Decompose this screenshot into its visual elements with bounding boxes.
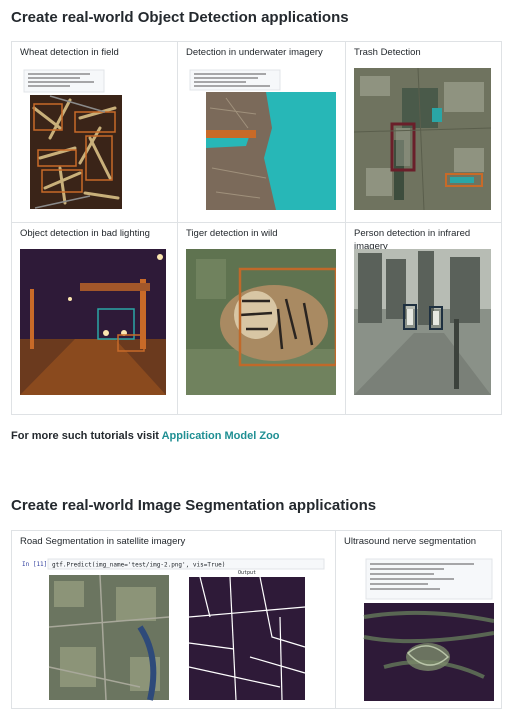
grid-cell-underwater: Detection in underwater imagery — [177, 41, 346, 223]
infrared-image — [354, 249, 491, 395]
cell-label: Wheat detection in field — [20, 47, 119, 58]
night-street-image — [20, 249, 166, 395]
road-satellite-image: In [11]: gtf.Predict(img_name='test/img-… — [20, 557, 326, 703]
grid-cell-wheat: Wheat detection in field — [11, 41, 178, 223]
grid-cell-ultrasound: Ultrasound nerve segmentation — [335, 530, 502, 709]
aerial-trash-image — [354, 68, 491, 210]
image-segmentation-grid: Road Segmentation in satellite imagery I… — [11, 530, 502, 709]
grid-cell-tiger: Tiger detection in wild — [177, 222, 346, 415]
wheat-field-image — [20, 68, 132, 210]
cell-label: Road Segmentation in satellite imagery — [20, 536, 186, 547]
grid-cell-road: Road Segmentation in satellite imagery I… — [11, 530, 336, 709]
tiger-image — [186, 249, 336, 395]
grid-cell-night: Object detection in bad lighting — [11, 222, 178, 415]
code-cell: gtf.Predict(img_name='test/img-2.png', v… — [52, 562, 225, 569]
underwater-image — [186, 68, 336, 210]
code-prompt: In [11]: — [22, 561, 51, 568]
image-segmentation-title: Create real-world Image Segmentation app… — [11, 497, 377, 514]
cell-label: Tiger detection in wild — [186, 228, 278, 239]
grid-cell-trash: Trash Detection — [345, 41, 502, 223]
grid-cell-infrared: Person detection in infrared imagery — [345, 222, 502, 415]
mask-caption: Output — [238, 570, 256, 576]
cell-label: Trash Detection — [354, 47, 421, 58]
more-tutorials-line: For more such tutorials visit Applicatio… — [11, 430, 280, 442]
cell-label: Person detection in infrared imagery — [354, 228, 471, 249]
more-tutorials-text: For more such tutorials visit — [11, 430, 162, 442]
ultrasound-image — [344, 557, 494, 703]
cell-label: Detection in underwater imagery — [186, 47, 323, 58]
cell-label: Object detection in bad lighting — [20, 228, 150, 239]
cell-label: Ultrasound nerve segmentation — [344, 536, 477, 547]
object-detection-grid: Wheat detection in field Detection in un… — [11, 41, 502, 415]
object-detection-title: Create real-world Object Detection appli… — [11, 9, 349, 26]
application-model-zoo-link[interactable]: Application Model Zoo — [162, 430, 280, 442]
